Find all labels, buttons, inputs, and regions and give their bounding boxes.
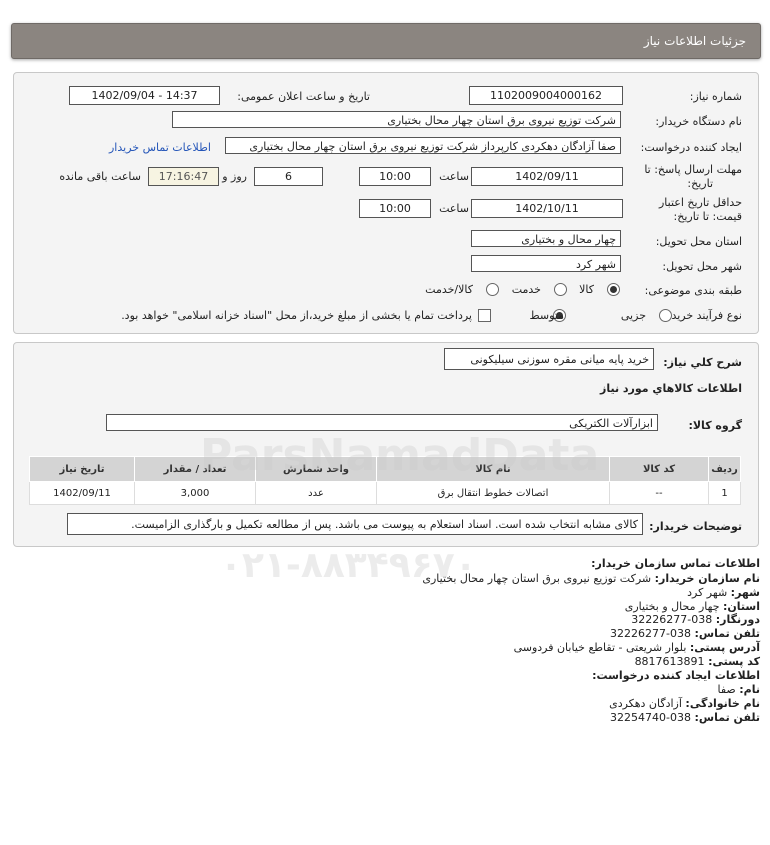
process-label: نوع فرآیند خرید : — [664, 309, 742, 322]
announce-label: تاریخ و ساعت اعلان عمومی: — [237, 90, 370, 103]
cell-name: اتصالات خطوط انتقال برق — [376, 481, 610, 505]
category-radio-both[interactable] — [486, 283, 499, 296]
buyer-notes-field: کالای مشابه انتخاب شده است. اسناد استعلا… — [67, 513, 643, 535]
province-field: چهار محال و بختیاری — [471, 230, 621, 247]
category-radio-service[interactable] — [554, 283, 567, 296]
validity-label: حداقل تاریخ اعتبار — [658, 196, 742, 209]
validity-time-field: 10:00 — [359, 199, 431, 218]
cell-quantity: 3,000 — [134, 481, 256, 505]
table-row: 1 -- اتصالات خطوط انتقال برق عدد 3,000 1… — [29, 481, 741, 505]
page-title: جزئیات اطلاعات نیاز — [643, 34, 746, 48]
buyer-notes-label: توضیحات خریدار: — [649, 520, 742, 533]
need-number-field: 1102009004000162 — [469, 86, 623, 105]
creator-title: اطلاعات ایجاد کننده درخواست: — [592, 669, 760, 682]
contact-fax: دورنگار: 038-32226277 — [631, 613, 760, 626]
category-option-goods: کالا — [579, 283, 594, 296]
col-unit: واحد شمارش — [255, 456, 377, 482]
validity-time-label: ساعت — [439, 202, 469, 215]
goods-group-field: ابزارآلات الکتریکی — [106, 414, 658, 431]
days-label: روز و — [222, 170, 247, 183]
treasury-payment-note: پرداخت تمام یا بخشی از مبلغ خرید،از محل … — [121, 309, 472, 322]
creator-field: صفا آزادگان دهکردی کارپرداز شرکت توزیع ن… — [225, 137, 621, 154]
category-option-service: خدمت — [511, 283, 541, 296]
cell-code: -- — [609, 481, 709, 505]
category-label: طبقه بندی موضوعی: — [644, 284, 742, 297]
contact-phone: تلفن تماس: 038-32226277 — [610, 627, 760, 640]
description-field: خرید پایه میانی مقره سوزنی سیلیکونی — [444, 348, 654, 370]
contact-org: نام سازمان خریدار: شرکت توزیع نیروی برق … — [422, 572, 760, 585]
buyer-contact-link[interactable]: اطلاعات تماس خریدار — [109, 141, 211, 154]
announce-field: 1402/09/04 - 14:37 — [69, 86, 220, 105]
deadline-label: مهلت ارسال پاسخ: تا — [644, 163, 742, 176]
process-radio-minor[interactable] — [659, 309, 672, 322]
process-option-minor: جزیی — [620, 309, 646, 322]
treasury-payment-checkbox[interactable] — [478, 309, 491, 322]
remaining-time-field: 17:16:47 — [148, 167, 219, 186]
cell-row: 1 — [708, 481, 741, 505]
goods-table-header: ردیف کد کالا نام کالا واحد شمارش تعداد /… — [29, 456, 741, 482]
col-code: کد کالا — [609, 456, 709, 482]
deadline-time-label: ساعت — [439, 170, 469, 183]
goods-table: ردیف کد کالا نام کالا واحد شمارش تعداد /… — [29, 456, 741, 505]
goods-group-label: گروه کالا: — [688, 419, 742, 432]
deadline-time-field: 10:00 — [359, 167, 431, 186]
creator-phone: تلفن تماس: 038-32254740 — [610, 711, 760, 724]
col-row: ردیف — [708, 456, 741, 482]
province-label: استان محل تحویل: — [655, 235, 742, 248]
col-date: تاریخ نیاز — [29, 456, 135, 482]
buyer-label: نام دستگاه خریدار: — [655, 115, 742, 128]
contact-city: شهر: شهر کرد — [687, 586, 760, 599]
page-header: جزئیات اطلاعات نیاز — [11, 23, 761, 59]
col-name: نام کالا — [376, 456, 610, 482]
description-label: شرح کلي نياز: — [663, 356, 742, 369]
creator-label: ایجاد کننده درخواست: — [640, 141, 742, 154]
col-quantity: تعداد / مقدار — [134, 456, 256, 482]
validity-date-field: 1402/10/11 — [471, 199, 623, 218]
remaining-label: ساعت باقی مانده — [59, 170, 141, 183]
creator-family: نام خانوادگی: آزادگان دهکردی — [609, 697, 760, 710]
need-number-label: شماره نیاز: — [689, 90, 742, 103]
deadline-date-field: 1402/09/11 — [471, 167, 623, 186]
contact-postal: کد پستی: 8817613891 — [634, 655, 760, 668]
category-radio-goods[interactable] — [607, 283, 620, 296]
city-field: شهر کرد — [471, 255, 621, 272]
goods-info-title: اطلاعات کالاهاي مورد نياز — [600, 382, 742, 395]
validity-label-2: قیمت: تا تاریخ: — [673, 210, 742, 223]
days-remaining-field: 6 — [254, 167, 323, 186]
city-label: شهر محل تحویل: — [662, 260, 742, 273]
buyer-field: شرکت توزیع نیروی برق استان چهار محال بخت… — [172, 111, 621, 128]
contact-title: اطلاعات تماس سازمان خریدار: — [591, 557, 760, 570]
cell-unit: عدد — [255, 481, 377, 505]
creator-name: نام: صفا — [717, 683, 761, 696]
contact-province: استان: چهار محال و بختیاری — [624, 600, 760, 613]
process-option-medium: متوسط — [529, 309, 564, 322]
category-option-both: کالا/خدمت — [425, 283, 473, 296]
cell-date: 1402/09/11 — [29, 481, 135, 505]
contact-address: آدرس پستی: بلوار شریعتی - تقاطع خیابان ف… — [513, 641, 760, 654]
deadline-label-2: تاریخ: — [687, 177, 713, 190]
